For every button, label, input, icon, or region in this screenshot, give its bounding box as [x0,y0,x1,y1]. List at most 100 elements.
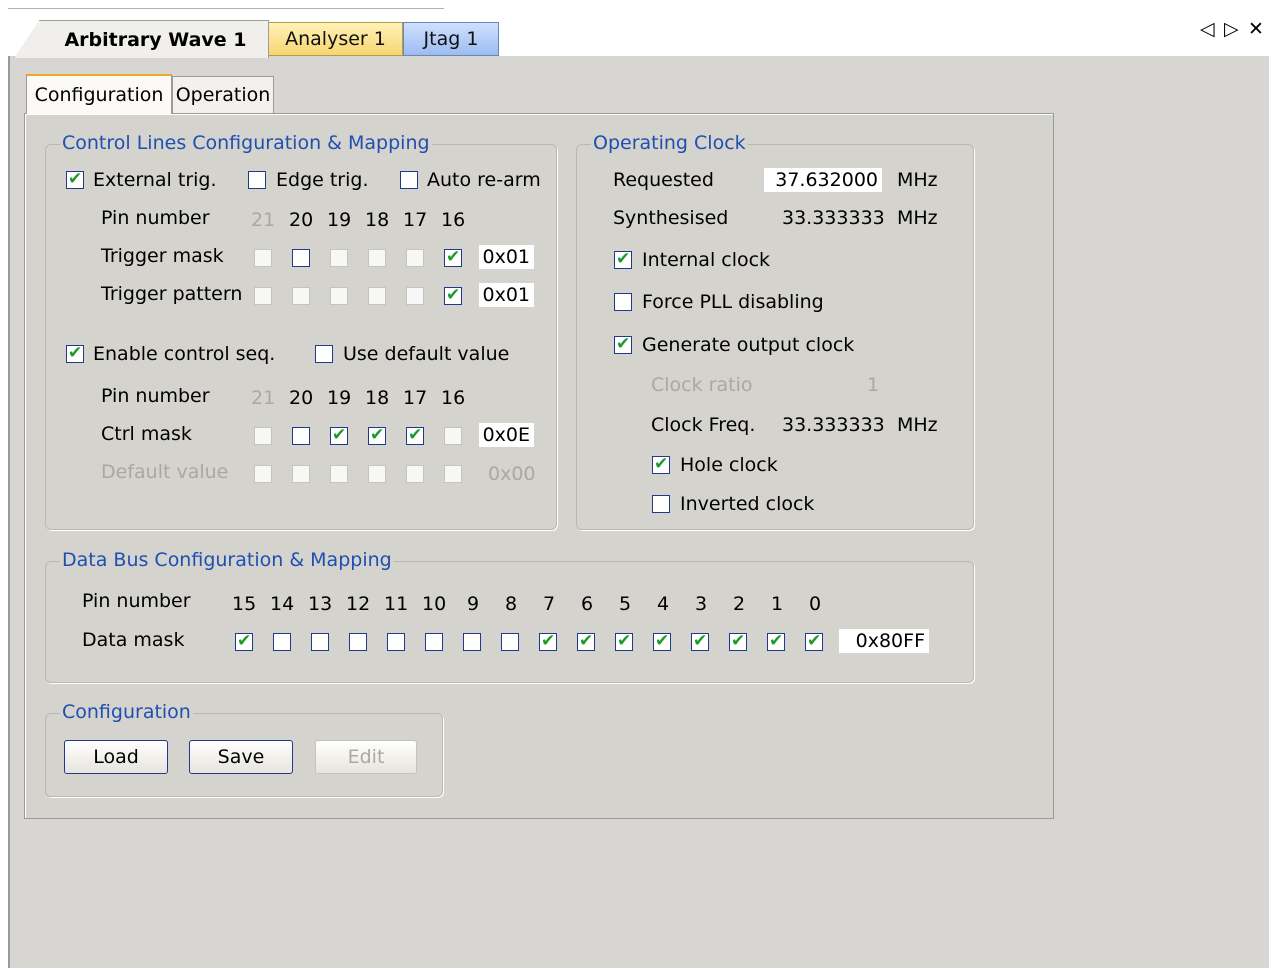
clock-freq-label: Clock Freq. [651,414,756,436]
default-value-bit-21 [254,465,272,483]
tab-operation[interactable]: Operation [172,76,274,114]
data-pin-13: 13 [308,593,333,615]
ctrl-mask-value: 0x0E [479,423,534,447]
data-mask-bit-5[interactable]: ✔ [615,631,633,651]
ctrl-mask-bit-20[interactable] [292,427,310,445]
data-pin-10: 10 [422,593,447,615]
data-mask-bit-0[interactable]: ✔ [805,631,823,651]
close-icon[interactable]: ✕ [1248,18,1264,40]
trigger-pattern-bit-21 [254,287,272,305]
requested-unit: MHz [897,169,938,191]
trigger-mask-bit-19 [330,249,348,267]
data-mask-bit-4[interactable]: ✔ [653,631,671,651]
pin-16: 16 [441,209,466,231]
trigger-mask-value: 0x01 [479,245,534,269]
trigger-mask-bit-16[interactable]: ✔ [444,247,462,267]
default-value-bit-17 [406,465,424,483]
operating-clock-title: Operating Clock [591,132,748,154]
data-pin-3: 3 [695,593,708,615]
data-pin-7: 7 [543,593,556,615]
force-pll-checkbox[interactable] [614,293,632,311]
trigger-pattern-bit-18 [368,287,386,305]
data-mask-bit-7[interactable]: ✔ [539,631,557,651]
ctrl-pin-number-label: Pin number [101,385,210,407]
data-mask-bit-3[interactable]: ✔ [691,631,709,651]
edge-trig-checkbox[interactable] [248,171,266,189]
data-mask-bit-14[interactable] [273,633,291,651]
top-divider [8,8,444,9]
auto-rearm-checkbox[interactable] [400,171,418,189]
trigger-mask-bit-18 [368,249,386,267]
use-default-value-checkbox[interactable] [315,345,333,363]
data-pin-6: 6 [581,593,594,615]
data-pin-12: 12 [346,593,371,615]
data-mask-bit-9[interactable] [463,633,481,651]
configuration-panel: Control Lines Configuration & Mapping ✔ … [24,113,1054,819]
data-mask-bit-11[interactable] [387,633,405,651]
data-mask-bit-6[interactable]: ✔ [577,631,595,651]
hole-clock-checkbox[interactable]: ✔ [652,454,670,474]
data-mask-bit-15[interactable]: ✔ [235,631,253,651]
data-mask-bit-2[interactable]: ✔ [729,631,747,651]
trigger-mask-label: Trigger mask [101,245,224,267]
ctrl-mask-bit-18[interactable]: ✔ [368,425,386,445]
data-pin-9: 9 [467,593,480,615]
trigger-pattern-bit-19 [330,287,348,305]
configuration-group-title: Configuration [60,701,193,723]
default-value-bit-16 [444,465,462,483]
scroll-right-icon[interactable]: ▷ [1224,18,1239,40]
data-bus-title: Data Bus Configuration & Mapping [60,549,394,571]
data-mask-bit-12[interactable] [349,633,367,651]
edit-button: Edit [315,740,417,774]
scroll-left-icon[interactable]: ◁ [1200,18,1215,40]
trigger-pattern-value: 0x01 [479,283,534,307]
ctrl-mask-bit-17[interactable]: ✔ [406,425,424,445]
trigger-pattern-bit-16[interactable]: ✔ [444,285,462,305]
ctrl-pin-16: 16 [441,387,466,409]
internal-clock-checkbox[interactable]: ✔ [614,249,632,269]
ctrl-pin-20: 20 [289,387,314,409]
data-mask-bit-10[interactable] [425,633,443,651]
data-pin-4: 4 [657,593,670,615]
pin-18: 18 [365,209,390,231]
clock-freq-unit: MHz [897,414,938,436]
data-mask-bit-1[interactable]: ✔ [767,631,785,651]
trigger-pattern-label: Trigger pattern [101,283,243,305]
data-pin-14: 14 [270,593,295,615]
tab-configuration[interactable]: Configuration [26,74,172,114]
data-pin-11: 11 [384,593,409,615]
pin-20: 20 [289,209,314,231]
use-default-value-label: Use default value [343,343,510,365]
pin-19: 19 [327,209,352,231]
save-button[interactable]: Save [189,740,293,774]
ctrl-pin-21: 21 [251,387,276,409]
inverted-clock-checkbox[interactable] [652,495,670,513]
trigger-mask-bit-20[interactable] [292,249,310,267]
synthesised-label: Synthesised [613,207,729,229]
data-mask-bit-13[interactable] [311,633,329,651]
load-button[interactable]: Load [64,740,168,774]
doc-tab-jtag[interactable]: Jtag 1 [403,22,499,56]
control-lines-title: Control Lines Configuration & Mapping [60,132,432,154]
data-mask-value: 0x80FF [839,629,929,653]
requested-input[interactable]: 37.632000 [764,168,882,192]
enable-control-seq-checkbox[interactable]: ✔ [66,343,84,363]
data-pin-5: 5 [619,593,632,615]
external-trig-checkbox[interactable]: ✔ [66,169,84,189]
external-trig-label: External trig. [93,169,217,191]
pin-17: 17 [403,209,428,231]
data-mask-bit-8[interactable] [501,633,519,651]
synthesised-unit: MHz [897,207,938,229]
generate-output-checkbox[interactable]: ✔ [614,334,632,354]
data-pin-number-label: Pin number [82,590,191,612]
data-pin-1: 1 [771,593,784,615]
default-value-label: Default value [101,461,229,483]
data-mask-label: Data mask [82,629,185,651]
auto-rearm-label: Auto re-arm [427,169,541,191]
ctrl-mask-bit-16 [444,427,462,445]
doc-tab-analyser[interactable]: Analyser 1 [268,22,403,56]
ctrl-mask-bit-19[interactable]: ✔ [330,425,348,445]
force-pll-label: Force PLL disabling [642,291,824,313]
trigger-pattern-bit-20 [292,287,310,305]
doc-tab-arbitrary-wave[interactable]: Arbitrary Wave 1 [14,20,269,58]
